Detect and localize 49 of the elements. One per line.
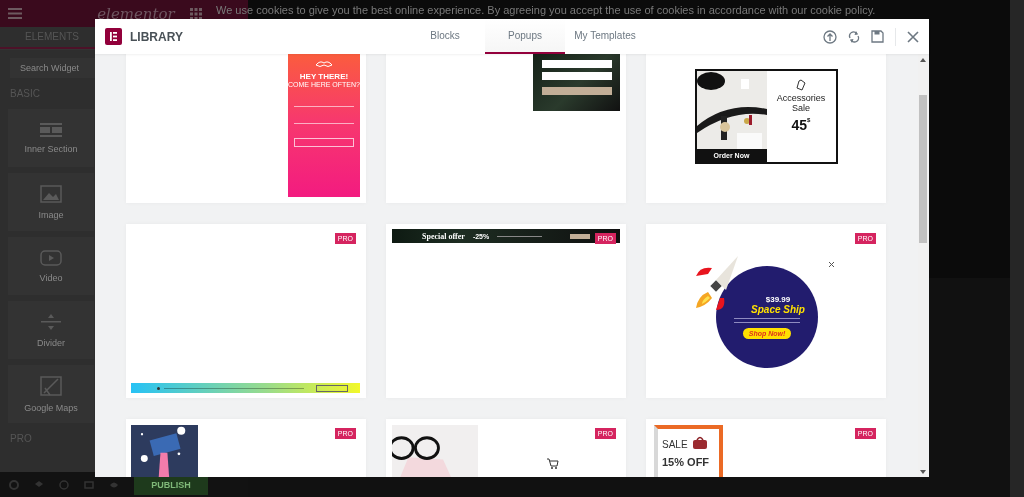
cart-icon	[547, 457, 559, 470]
dialog-title: LIBRARY	[130, 29, 183, 44]
popup-heading: SALE	[662, 439, 688, 450]
tag-icon	[796, 79, 806, 91]
popup-heading: HEY THERE!	[299, 72, 349, 81]
form-field	[541, 60, 612, 68]
map-icon	[40, 375, 62, 396]
price: $39.99	[765, 295, 791, 304]
form-field	[541, 72, 612, 80]
price: 45	[791, 117, 808, 133]
template-card[interactable]	[386, 54, 626, 203]
widget-tile[interactable]: Video	[8, 237, 94, 295]
save-icon[interactable]	[871, 30, 884, 43]
play-icon	[40, 249, 62, 266]
popup-heading: Space Ship	[751, 304, 805, 315]
offer-button	[570, 233, 591, 239]
logo-icon	[105, 28, 122, 45]
form-button	[294, 138, 354, 147]
widget-tile[interactable]: Image	[8, 173, 94, 231]
close-icon	[829, 262, 834, 267]
menu-icon[interactable]	[8, 8, 22, 19]
history-icon[interactable]	[59, 479, 69, 490]
sync-icon[interactable]	[848, 29, 860, 44]
bag-icon	[691, 435, 708, 450]
widget-tile[interactable]: Inner Section	[8, 109, 94, 167]
widget-tile[interactable]: Google Maps	[8, 365, 94, 423]
discount-text: 15% OFF	[662, 456, 711, 468]
settings-icon[interactable]	[9, 479, 19, 490]
library-tab[interactable]: Blocks	[405, 19, 485, 54]
form-line	[294, 106, 354, 107]
form-line	[294, 123, 354, 124]
image-icon	[40, 184, 62, 203]
layers-icon[interactable]	[34, 479, 44, 490]
columns-icon	[40, 122, 62, 137]
library-tab[interactable]: My Templates	[565, 19, 645, 54]
widget-tile[interactable]: Divider	[8, 301, 94, 359]
upload-icon[interactable]	[823, 29, 837, 44]
responsive-icon[interactable]	[84, 479, 94, 490]
page-scrollbar[interactable]	[1010, 0, 1024, 497]
form-button	[541, 87, 612, 95]
editor-logo: elementor	[97, 4, 175, 23]
divider-icon	[41, 312, 61, 331]
offer-title: Special offer	[422, 231, 465, 241]
cookie-notice: We use cookies to give you the best online experience. By agreeing you accept the use of cookies in accordance with our cookie policy.	[216, 4, 876, 17]
library-tab[interactable]: Popups	[485, 19, 565, 54]
apps-icon[interactable]	[190, 7, 202, 20]
popup-heading: Accessories Sale	[775, 93, 827, 113]
mustache-icon	[315, 61, 333, 68]
close-icon[interactable]	[907, 30, 919, 43]
